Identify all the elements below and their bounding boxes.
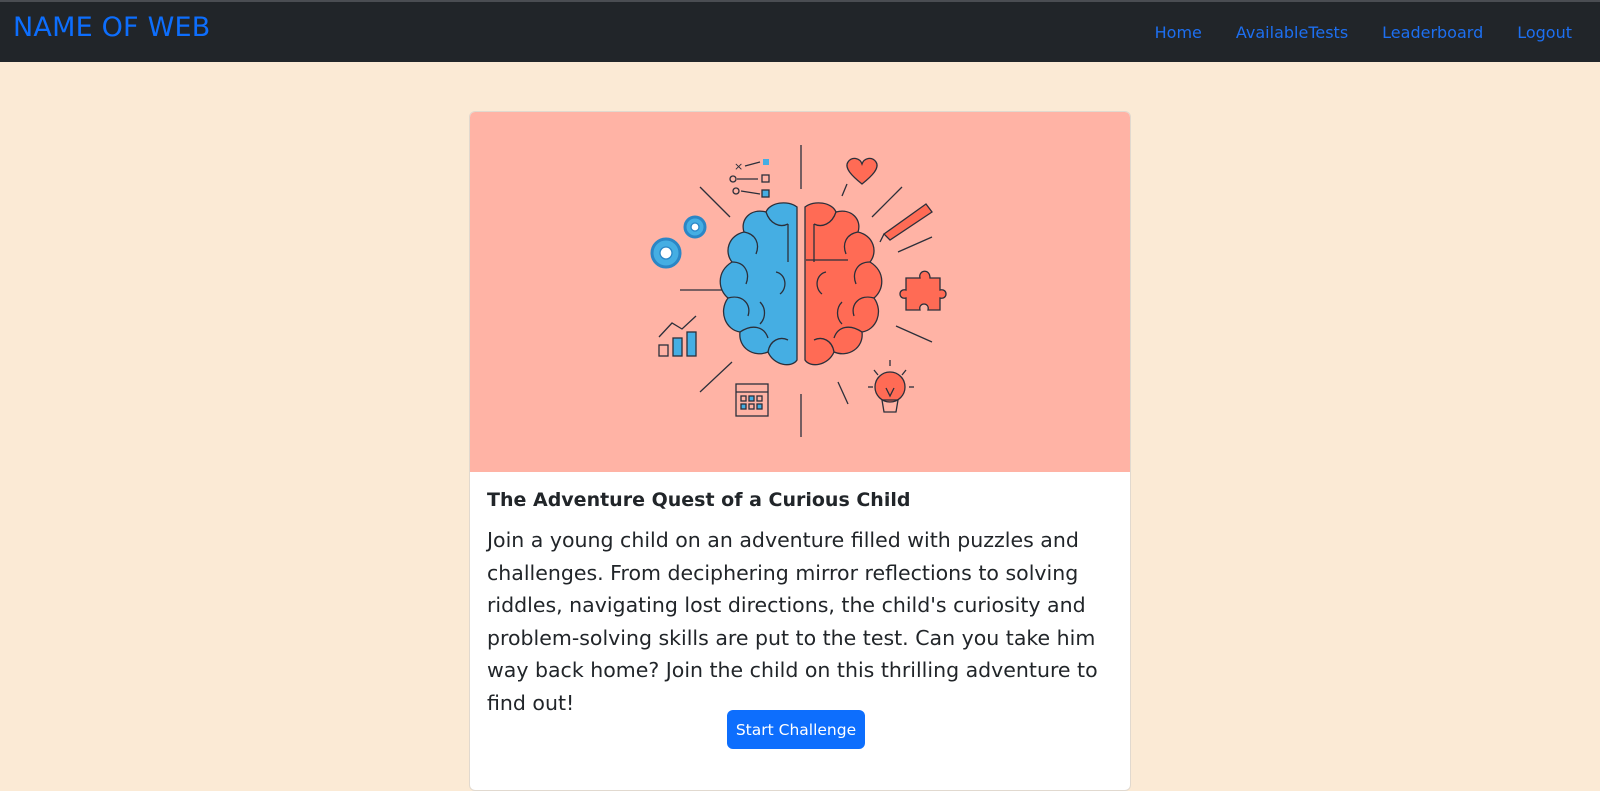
card-image: × (470, 112, 1130, 472)
brain-illustration-icon: × (650, 145, 947, 437)
card-description: Join a young child on an adventure fille… (487, 528, 1098, 715)
nav-home-link[interactable]: Home (1155, 23, 1202, 42)
svg-text:×: × (734, 160, 743, 173)
nav-available-tests-link[interactable]: AvailableTests (1236, 23, 1348, 42)
nav-logout-link[interactable]: Logout (1517, 23, 1572, 42)
nav-links: Home AvailableTests Leaderboard Logout (1121, 23, 1572, 42)
challenge-card: × The Adventure Quest of a Curious Child… (469, 111, 1131, 791)
card-title: The Adventure Quest of a Curious Child (487, 489, 911, 511)
navbar: NAME OF WEB Home AvailableTests Leaderbo… (0, 0, 1600, 62)
start-challenge-button[interactable]: Start Challenge (727, 710, 865, 749)
nav-leaderboard-link[interactable]: Leaderboard (1382, 23, 1483, 42)
brand-link[interactable]: NAME OF WEB (13, 12, 210, 43)
